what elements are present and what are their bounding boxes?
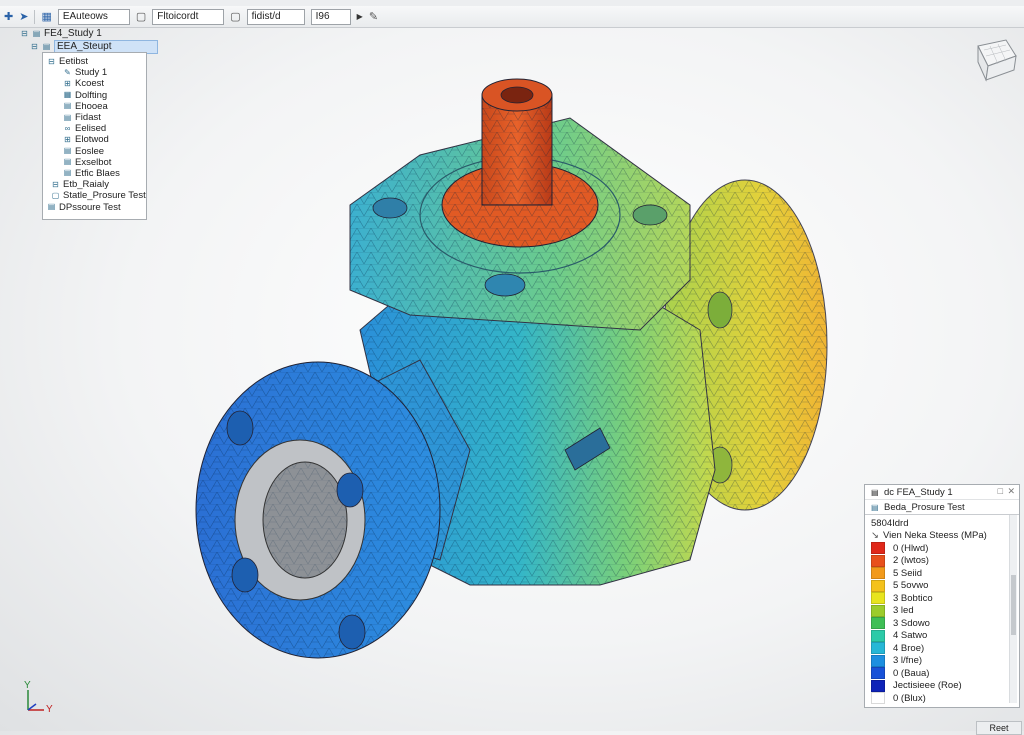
legend-color-swatch xyxy=(871,654,885,667)
legend-row-label: 0 (Blux) xyxy=(893,692,926,704)
legend-row-label: 0 (Baua) xyxy=(893,667,930,679)
legend-color-swatch xyxy=(871,617,885,630)
legend-color-swatch xyxy=(871,592,885,605)
legend-title: dc FEA_Study 1 xyxy=(884,486,953,498)
legend-section: 5804Idrd xyxy=(871,517,909,529)
legend-color-swatch xyxy=(871,567,885,580)
legend-row: 4 Broe) xyxy=(871,642,1013,655)
legend-row-label: 3 Bobtico xyxy=(893,592,933,604)
legend-row: 3 led xyxy=(871,604,1013,618)
result-icon: ▤ xyxy=(871,502,879,512)
legend-row-label: 5 5ovwo xyxy=(893,580,929,592)
legend-row-label: 5 Seiid xyxy=(893,567,923,579)
axis-triad: Y Y xyxy=(18,680,58,719)
legend-row-label: 2 (lwtos) xyxy=(893,555,929,567)
triad-x-label: Y xyxy=(46,704,53,715)
legend-quantity-label: Vien Neka Steess (MPa) xyxy=(882,530,987,542)
legend-row-label: 0 (Hlwd) xyxy=(893,542,929,554)
legend-color-swatch xyxy=(871,679,885,692)
legend-color-swatch xyxy=(871,629,885,642)
legend-quantity: ↘ Vien Neka Steess (MPa) xyxy=(871,530,1013,543)
triad-y-label: Y xyxy=(24,680,31,691)
legend-row: 0 (Baua) xyxy=(871,667,1013,680)
legend-row: 3 Bobtico xyxy=(871,592,1013,605)
legend-color-swatch xyxy=(871,667,885,680)
legend-row: 2 (lwtos) xyxy=(871,554,1013,568)
legend-row: 5 5ovwo xyxy=(871,579,1013,593)
legend-color-swatch xyxy=(871,554,885,567)
legend-row: Jectisieee (Roe) xyxy=(871,679,1013,693)
study-icon: ▤ xyxy=(871,487,879,497)
legend-row-label: 3 Sdowo xyxy=(893,617,930,629)
arrow-icon: ↘ xyxy=(871,530,879,542)
legend-row: 0 (Blux) xyxy=(871,692,1013,705)
legend-body: 5804Idrd ↘ Vien Neka Steess (MPa) 0 (Hlw… xyxy=(865,515,1019,707)
legend-subtitle: Beda_Prosure Test xyxy=(884,501,965,513)
legend-subheader: ▤ Beda_Prosure Test xyxy=(865,500,1019,515)
legend-row-label: 3 led xyxy=(893,605,914,617)
legend-row: 4 Satwo xyxy=(871,629,1013,643)
legend-row: 3 l/fne) xyxy=(871,654,1013,668)
legend-row-label: 4 Broe) xyxy=(893,642,925,654)
status-button[interactable]: Reet xyxy=(976,721,1022,735)
restore-icon[interactable]: □ xyxy=(998,486,1003,496)
scrollbar-thumb[interactable] xyxy=(1011,575,1016,635)
legend-row-label: 3 l/fne) xyxy=(893,655,923,667)
result-legend-panel: ▤ dc FEA_Study 1 □ ✕ ▤ Beda_Prosure Test… xyxy=(864,484,1020,708)
left-flange xyxy=(195,361,441,659)
legend-scrollbar[interactable] xyxy=(1009,515,1017,703)
legend-color-swatch xyxy=(871,579,885,592)
legend-row: 3 Sdowo xyxy=(871,617,1013,630)
legend-row-label: Jectisieee (Roe) xyxy=(893,680,962,692)
legend-color-swatch xyxy=(871,542,885,555)
legend-row-label: 4 Satwo xyxy=(893,630,928,642)
legend-row: 0 (Hlwd) xyxy=(871,542,1013,555)
legend-header: ▤ dc FEA_Study 1 □ ✕ xyxy=(865,485,1019,500)
legend-color-swatch xyxy=(871,692,885,705)
view-cube-icon[interactable] xyxy=(972,36,1020,87)
close-icon[interactable]: ✕ xyxy=(1007,486,1015,497)
legend-color-swatch xyxy=(871,642,885,655)
legend-color-swatch xyxy=(871,604,885,617)
legend-row: 5 Seiid xyxy=(871,567,1013,580)
